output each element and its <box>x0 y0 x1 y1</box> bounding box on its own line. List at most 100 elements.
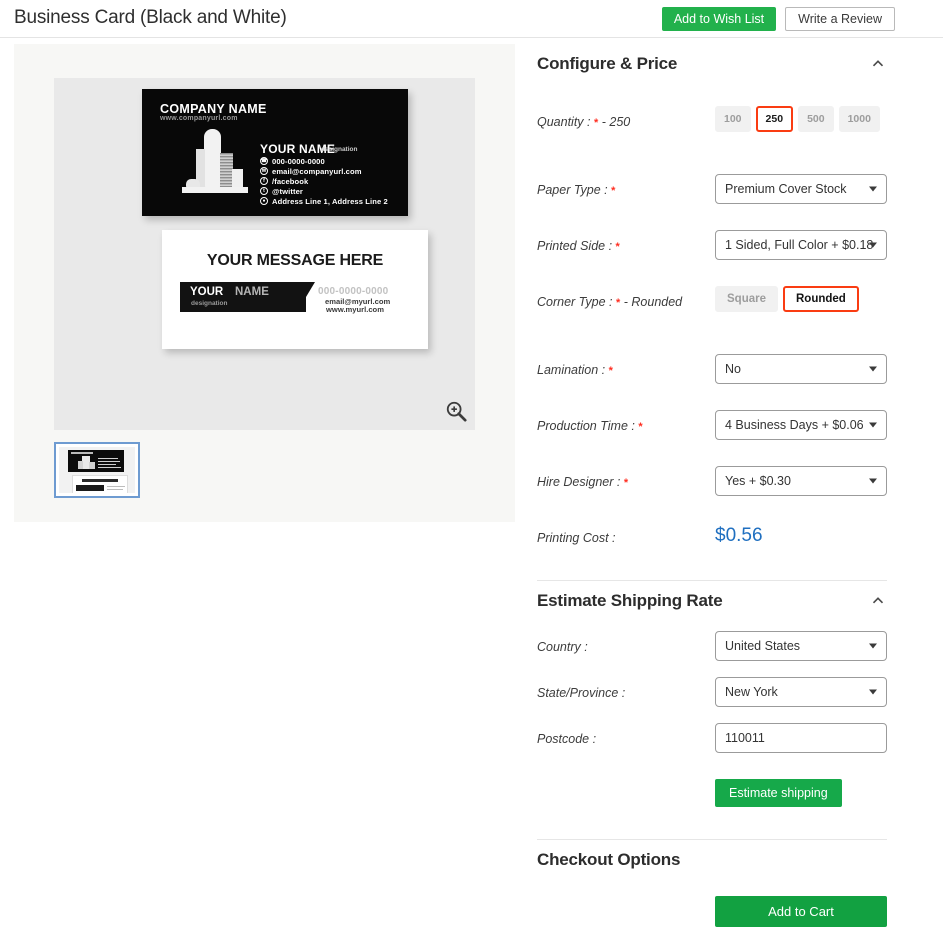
required-asterisk: * <box>615 241 620 253</box>
card-designation-back: designation <box>191 300 228 307</box>
card-name-last: NAME <box>235 286 269 298</box>
country-row: Country : United States <box>537 631 887 677</box>
location-icon: ● <box>260 197 268 205</box>
printing-cost-row: Printing Cost : $0.56 <box>537 522 887 558</box>
chevron-down-icon <box>869 689 877 695</box>
card-designation: designation <box>321 146 358 153</box>
card-company-name: COMPANY NAME <box>160 102 267 116</box>
required-asterisk: * <box>593 117 599 129</box>
quantity-control: 100 250 500 1000 <box>715 106 887 132</box>
chevron-down-icon <box>869 643 877 649</box>
country-label: Country : <box>537 640 588 654</box>
business-card-front-preview: COMPANY NAME www.companyurl.com YOUR NAM… <box>142 89 408 216</box>
building-illustration-icon <box>182 129 248 193</box>
configure-section-title: Configure & Price <box>537 54 678 73</box>
printed-side-row: Printed Side : * 1 Sided, Full Color + $… <box>537 230 887 276</box>
card-name-tag: YOUR NAME designation <box>180 282 315 312</box>
write-a-review-button[interactable]: Write a Review <box>785 7 895 31</box>
quantity-option-1000[interactable]: 1000 <box>838 106 880 132</box>
state-select[interactable]: New York <box>715 677 887 707</box>
paper-type-value: Premium Cover Stock <box>725 182 847 196</box>
required-asterisk: * <box>615 297 621 309</box>
required-asterisk: * <box>623 477 629 489</box>
gallery-thumbnail-1[interactable] <box>54 442 140 498</box>
card-company-website: www.companyurl.com <box>160 115 238 122</box>
zoom-in-icon[interactable] <box>445 400 467 422</box>
state-label: State/Province : <box>537 686 626 700</box>
card-message: YOUR MESSAGE HERE <box>206 252 384 269</box>
quantity-button-group: 100 250 500 1000 <box>715 106 887 132</box>
corner-type-label: Corner Type : * - Rounded <box>537 295 683 309</box>
production-time-label: Production Time : * <box>537 419 643 433</box>
corner-option-square[interactable]: Square <box>715 286 778 312</box>
quantity-option-500[interactable]: 500 <box>798 106 834 132</box>
card-website-back: www.myurl.com <box>326 305 384 314</box>
paper-type-label: Paper Type : * <box>537 183 616 197</box>
quantity-label: Quantity : * - 250 <box>537 115 631 129</box>
printed-side-label: Printed Side : * <box>537 239 620 253</box>
card-contact-row: ● Address Line 1, Address Line 2 <box>260 196 388 206</box>
quantity-option-250[interactable]: 250 <box>755 106 794 132</box>
printing-cost-label: Printing Cost : <box>537 531 616 545</box>
country-select[interactable]: United States <box>715 631 887 661</box>
add-to-cart-button[interactable]: Add to Cart <box>715 896 887 927</box>
lamination-row: Lamination : * No <box>537 354 887 400</box>
hire-designer-select[interactable]: Yes + $0.30 <box>715 466 887 496</box>
business-card-back-preview: YOUR MESSAGE HERE YOUR NAME designation … <box>162 230 428 349</box>
facebook-icon: f <box>260 177 268 185</box>
required-asterisk: * <box>611 185 616 197</box>
paper-type-select[interactable]: Premium Cover Stock <box>715 174 887 204</box>
postcode-label: Postcode : <box>537 732 597 746</box>
state-value: New York <box>725 685 778 699</box>
product-gallery: COMPANY NAME www.companyurl.com YOUR NAM… <box>14 44 515 522</box>
card-contact-row: ✉ email@companyurl.com <box>260 166 362 176</box>
quantity-row: Quantity : * - 250 100 250 500 1000 <box>537 106 887 152</box>
corner-option-rounded[interactable]: Rounded <box>783 286 859 312</box>
production-time-select[interactable]: 4 Business Days + $0.06 <box>715 410 887 440</box>
state-row: State/Province : New York <box>537 677 887 723</box>
required-asterisk: * <box>608 365 613 377</box>
lamination-label: Lamination : * <box>537 363 613 377</box>
hire-designer-label: Hire Designer : * <box>537 475 629 489</box>
production-time-row: Production Time : * 4 Business Days + $0… <box>537 410 887 456</box>
checkout-options-header: Checkout Options <box>537 840 887 880</box>
chevron-down-icon <box>869 366 877 372</box>
phone-icon: ☎ <box>260 157 268 165</box>
product-image-stage[interactable]: COMPANY NAME www.companyurl.com YOUR NAM… <box>54 78 475 430</box>
printing-cost-value: $0.56 <box>715 525 763 546</box>
page-title: Business Card (Black and White) <box>14 7 287 28</box>
configuration-panel: Configure & Price Quantity : * - 250 100… <box>537 44 887 927</box>
estimate-shipping-header[interactable]: Estimate Shipping Rate <box>537 581 887 621</box>
thumbnail-image <box>59 447 135 493</box>
printed-side-value: 1 Sided, Full Color + $0.18 <box>725 238 874 252</box>
chevron-up-icon[interactable] <box>869 55 887 73</box>
header-actions: Add to Wish List Write a Review <box>661 7 895 31</box>
thumbnail-card-front <box>68 450 124 472</box>
estimate-shipping-button[interactable]: Estimate shipping <box>715 779 842 807</box>
card-phone-back: 000-0000-0000 <box>318 286 389 297</box>
chevron-up-icon[interactable] <box>869 592 887 610</box>
chevron-down-icon <box>869 186 877 192</box>
chevron-down-icon <box>869 478 877 484</box>
lamination-select[interactable]: No <box>715 354 887 384</box>
configure-and-price-header[interactable]: Configure & Price <box>537 44 887 84</box>
card-name-first: YOUR <box>190 286 224 298</box>
page-header: Business Card (Black and White) Add to W… <box>0 0 943 38</box>
quantity-option-100[interactable]: 100 <box>715 106 751 132</box>
chevron-down-icon <box>869 422 877 428</box>
checkout-section-title: Checkout Options <box>537 850 681 869</box>
email-icon: ✉ <box>260 167 268 175</box>
hire-designer-value: Yes + $0.30 <box>725 474 791 488</box>
production-time-value: 4 Business Days + $0.06 <box>725 418 864 432</box>
postcode-input[interactable] <box>715 723 887 753</box>
corner-type-row: Corner Type : * - Rounded Square Rounded <box>537 286 887 332</box>
lamination-value: No <box>725 362 741 376</box>
printed-side-select[interactable]: 1 Sided, Full Color + $0.18 <box>715 230 887 260</box>
corner-type-button-group: Square Rounded <box>715 286 887 312</box>
add-to-wish-list-button[interactable]: Add to Wish List <box>661 7 777 31</box>
paper-type-row: Paper Type : * Premium Cover Stock <box>537 174 887 220</box>
card-contact-list: ☎ 000-0000-0000 ✉ email@companyurl.com f/f… <box>260 156 388 206</box>
hire-designer-row: Hire Designer : * Yes + $0.30 <box>537 466 887 512</box>
twitter-icon: t <box>260 187 268 195</box>
postcode-row: Postcode : <box>537 723 887 769</box>
